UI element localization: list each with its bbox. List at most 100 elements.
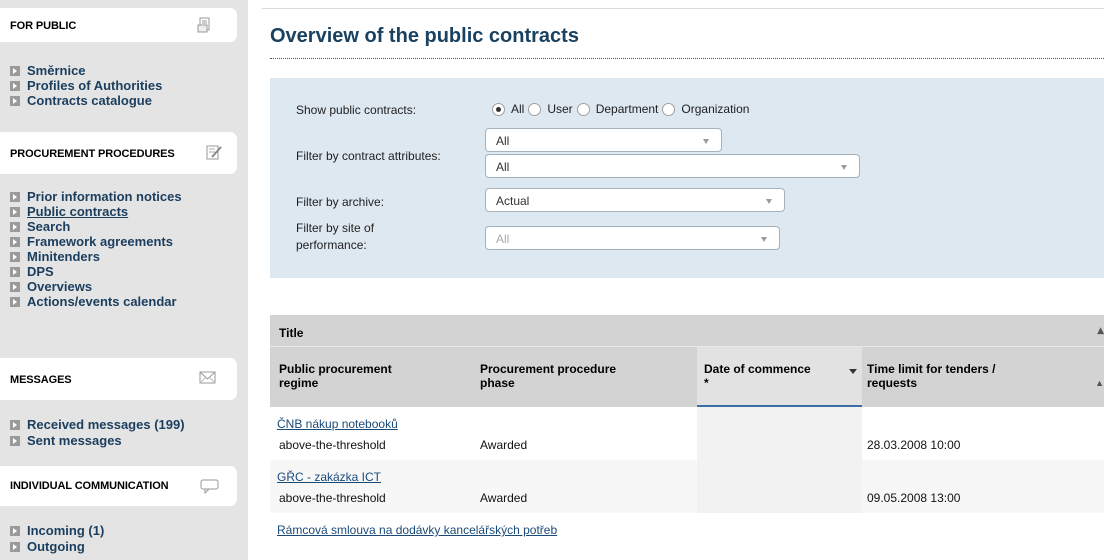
edit-icon <box>206 144 222 163</box>
date-column-cell <box>697 407 862 460</box>
site-label: Filter by site of performance: <box>296 221 374 252</box>
contract-attributes-select-1[interactable]: All <box>485 128 722 152</box>
title-divider <box>270 58 1104 59</box>
radio-label: User <box>547 102 573 116</box>
sort-icon[interactable]: ▲ <box>1097 326 1104 336</box>
contract-attributes-label: Filter by contract attributes: <box>296 149 441 163</box>
sidebar-item-label: Outgoing <box>27 539 85 554</box>
sidebar-item-dps[interactable]: DPS <box>10 264 182 279</box>
section-header-messages: MESSAGES <box>0 358 237 400</box>
radio-all[interactable]: All <box>492 102 524 116</box>
bullet-icon <box>10 80 20 91</box>
radio-button[interactable] <box>576 102 590 116</box>
section-links: Incoming (1) Outgoing <box>10 522 104 554</box>
regime-cell: above-the-threshold <box>279 438 386 452</box>
header-line: regime <box>279 376 319 390</box>
sidebar-item-search[interactable]: Search <box>10 219 182 234</box>
section-header-for-public: FOR PUBLIC <box>0 8 237 42</box>
radio-organization[interactable]: Organization <box>662 102 749 116</box>
sidebar-item-label: Profiles of Authorities <box>27 78 163 93</box>
sidebar-item-label: DPS <box>27 264 54 279</box>
contract-title-link[interactable]: Rámcová smlouva na dodávky kancelářských… <box>277 523 557 537</box>
header-line: requests <box>867 376 918 390</box>
chevron-down-icon <box>703 139 709 144</box>
archive-select[interactable]: Actual <box>485 188 785 212</box>
radio-label: Organization <box>681 102 750 116</box>
sidebar-item-label: Overviews <box>27 279 93 294</box>
bullet-icon <box>10 251 20 262</box>
bullet-icon <box>10 419 20 430</box>
column-header-regime[interactable]: Public procurement regime <box>279 347 469 407</box>
bullet-icon <box>10 525 20 536</box>
table-header-columns: Public procurement regime Procurement pr… <box>270 347 1104 407</box>
header-line: Time limit for tenders / <box>867 362 996 376</box>
show-contracts-radio-group: All User Department Organization <box>492 102 753 116</box>
section-header-individual-communication: INDIVIDUAL COMMUNICATION <box>0 466 237 506</box>
section-title: INDIVIDUAL COMMUNICATION <box>10 480 169 492</box>
section-title: FOR PUBLIC <box>10 20 77 32</box>
sidebar-item-minitenders[interactable]: Minitenders <box>10 249 182 264</box>
sidebar-item-public-contracts[interactable]: Public contracts <box>10 204 182 219</box>
sidebar-item-prior-information-notices[interactable]: Prior information notices <box>10 189 182 204</box>
sidebar-item-profiles[interactable]: Profiles of Authorities <box>10 78 162 93</box>
sidebar-item-label: Směrnice <box>27 63 86 78</box>
bullet-icon <box>10 236 20 247</box>
radio-button[interactable] <box>528 102 542 116</box>
bullet-icon <box>10 541 20 552</box>
envelope-icon <box>199 369 217 388</box>
header-line: * <box>704 376 709 390</box>
column-header-time-limit[interactable]: Time limit for tenders / requests ▲ <box>867 347 1104 407</box>
sidebar-item-sent-messages[interactable]: Sent messages <box>10 433 185 448</box>
section-links: Směrnice Profiles of Authorities Contrac… <box>10 63 162 108</box>
sort-icon[interactable]: ▲ <box>1095 376 1104 390</box>
radio-label: All <box>511 102 525 116</box>
select-value: Actual <box>496 194 530 208</box>
bullet-icon <box>10 221 20 232</box>
table-header-title[interactable]: Title ▲ <box>270 315 1104 347</box>
bullet-icon <box>10 266 20 277</box>
sidebar-item-label: Contracts catalogue <box>27 93 152 108</box>
column-header-phase[interactable]: Procurement procedure phase <box>480 347 690 407</box>
sidebar-item-framework-agreements[interactable]: Framework agreements <box>10 234 182 249</box>
sidebar-item-label: Minitenders <box>27 249 100 264</box>
sidebar-item-label: Search <box>27 219 71 234</box>
sidebar-item-label: Public contracts <box>27 204 129 219</box>
bullet-icon <box>10 65 20 76</box>
sidebar-item-contracts-catalogue[interactable]: Contracts catalogue <box>10 93 162 108</box>
sidebar-item-incoming[interactable]: Incoming (1) <box>10 522 104 539</box>
contract-attributes-select-2[interactable]: All <box>485 154 860 178</box>
bullet-icon <box>10 95 20 106</box>
radio-button[interactable] <box>662 102 676 116</box>
radio-label: Department <box>595 102 659 116</box>
select-value: All <box>496 134 510 148</box>
sidebar-item-label: Received messages (199) <box>27 417 185 432</box>
sidebar-item-label: Sent messages <box>27 433 122 448</box>
sort-desc-icon[interactable] <box>849 369 857 374</box>
sidebar-item-outgoing[interactable]: Outgoing <box>10 539 104 554</box>
sidebar-item-overviews[interactable]: Overviews <box>10 279 182 294</box>
phase-cell: Awarded <box>480 491 528 505</box>
radio-user[interactable]: User <box>528 102 573 116</box>
section-title: PROCUREMENT PROCEDURES <box>10 148 175 160</box>
bullet-icon <box>10 281 20 292</box>
site-label-line-2: performance: <box>296 238 367 252</box>
sidebar-item-received-messages[interactable]: Received messages (199) <box>10 416 185 433</box>
time-limit-cell: 09.05.2008 13:00 <box>867 491 961 505</box>
sidebar-item-calendar[interactable]: Actions/events calendar <box>10 294 182 309</box>
radio-department[interactable]: Department <box>576 102 659 116</box>
contract-title-link[interactable]: ČNB nákup notebooků <box>277 417 398 431</box>
chevron-down-icon <box>761 237 767 242</box>
header-line: Public procurement <box>279 362 392 376</box>
sidebar-item-smernice[interactable]: Směrnice <box>10 63 162 78</box>
sidebar-item-label: Incoming (1) <box>27 523 105 538</box>
contract-title-link[interactable]: GŘC - zakázka ICT <box>277 470 381 484</box>
section-title: MESSAGES <box>10 374 72 386</box>
column-header-date-of-commence[interactable]: Date of commence * <box>697 347 862 407</box>
radio-button[interactable] <box>492 102 505 116</box>
sidebar-item-label: Framework agreements <box>27 234 173 249</box>
show-contracts-label: Show public contracts: <box>296 103 417 117</box>
sidebar: FOR PUBLIC Směrnice Profiles of Authorit… <box>0 0 248 560</box>
section-links: Received messages (199) Sent messages <box>10 416 185 448</box>
site-select[interactable]: All <box>485 226 780 250</box>
phase-cell: Awarded <box>480 438 528 452</box>
